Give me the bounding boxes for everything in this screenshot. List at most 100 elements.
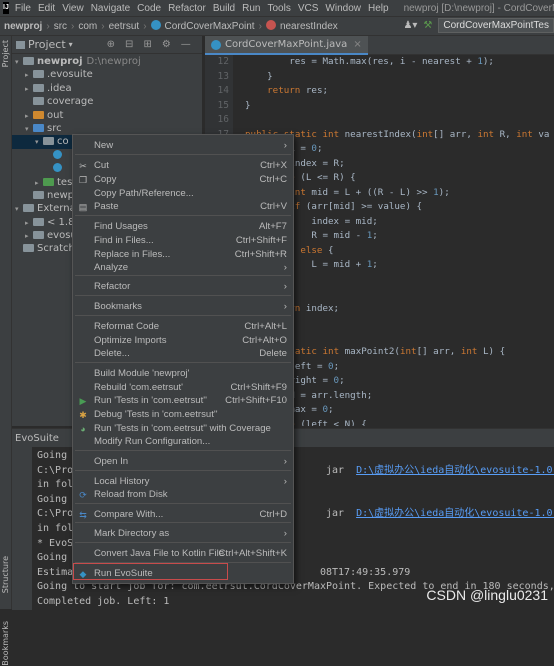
code-line[interactable]: }: [245, 99, 554, 114]
menu-item-help[interactable]: Help: [368, 3, 389, 14]
tree-node[interactable]: ▸ .evosuite: [12, 68, 202, 81]
expand-icon[interactable]: ⊞: [143, 39, 151, 50]
menu-item-optimize-imports[interactable]: Optimize Imports Ctrl+Alt+O: [73, 334, 293, 348]
expand-arrow-icon[interactable]: ▸: [25, 69, 33, 82]
breadcrumb-item[interactable]: nearestIndex: [280, 21, 338, 32]
menu-item-label: Reformat Code: [94, 321, 160, 332]
menu-item-mark-directory-as[interactable]: Mark Directory as ›: [73, 527, 293, 541]
gear-icon[interactable]: ⚙: [162, 39, 171, 50]
java-class-icon: [211, 39, 221, 50]
menu-item-navigate[interactable]: Navigate: [91, 3, 130, 14]
menu-item-paste[interactable]: ▤ Paste Ctrl+V: [73, 200, 293, 214]
menu-item-label: Mark Directory as: [94, 528, 170, 539]
locate-icon[interactable]: ⊕: [107, 39, 115, 50]
collapse-icon[interactable]: ⊟: [125, 39, 133, 50]
menu-item-run-tests-in-com-eetrsut[interactable]: ▶ Run 'Tests in 'com.eetrsut'' Ctrl+Shift+…: [73, 394, 293, 408]
user-icon[interactable]: ♟▾: [403, 20, 417, 31]
menu-item-replace-in-files[interactable]: Replace in Files... Ctrl+Shift+R: [73, 248, 293, 262]
menu-item-bookmarks[interactable]: Bookmarks ›: [73, 300, 293, 314]
menu-item-view[interactable]: View: [62, 3, 84, 14]
menu-item-refactor[interactable]: Refactor: [168, 3, 206, 14]
code-line[interactable]: res = Math.max(res, i - nearest + 1);: [245, 55, 554, 70]
menu-item-shortcut: Ctrl+C: [259, 174, 287, 185]
menu-item-edit[interactable]: Edit: [38, 3, 55, 14]
expand-arrow-icon[interactable]: ▾: [35, 136, 43, 149]
menu-item-local-history[interactable]: Local History ›: [73, 475, 293, 489]
menu-item-tools[interactable]: Tools: [267, 3, 290, 14]
menu-item-reformat-code[interactable]: Reformat Code Ctrl+Alt+L: [73, 320, 293, 334]
minimize-icon[interactable]: —: [181, 39, 191, 50]
jar-path-link[interactable]: D:\虚拟办公\ieda自动化\evosuite-1.0.6.jar: [356, 465, 554, 476]
menu-item-find-usages[interactable]: Find Usages Alt+F7: [73, 220, 293, 234]
menu-item-vcs[interactable]: VCS: [298, 3, 319, 14]
structure-tool-tab[interactable]: Structure: [1, 556, 10, 593]
expand-arrow-icon[interactable]: ▾: [15, 56, 23, 69]
menu-separator: [75, 215, 291, 216]
jar-path-link[interactable]: D:\虚拟办公\ieda自动化\evosuite-1.0.6.jar: [356, 508, 554, 519]
line-number: 12: [217, 56, 229, 67]
menu-item-file[interactable]: File: [15, 3, 31, 14]
code-line[interactable]: [245, 113, 554, 128]
expand-arrow-icon[interactable]: ▸: [35, 177, 43, 190]
menu-item-analyze[interactable]: Analyze ›: [73, 261, 293, 275]
menu-item-build-module-newproj[interactable]: Build Module 'newproj': [73, 367, 293, 381]
expand-arrow-icon[interactable]: ▸: [25, 83, 33, 96]
code-line[interactable]: }: [245, 70, 554, 85]
tool-window-gutter: [12, 447, 32, 610]
expand-arrow-icon[interactable]: ▸: [25, 230, 33, 243]
library-icon: [33, 217, 44, 226]
close-icon[interactable]: ×: [353, 39, 361, 50]
breadcrumb-item[interactable]: eetrsut: [109, 21, 140, 32]
tree-node-label: newproj: [37, 56, 83, 67]
run-config-selector[interactable]: CordCoverMaxPointTes: [438, 18, 554, 33]
menu-item-label: Modify Run Configuration...: [94, 436, 211, 447]
project-tool-tab[interactable]: Project: [1, 40, 10, 67]
breadcrumb-item[interactable]: src: [54, 21, 67, 32]
dropdown-icon[interactable]: ▾: [69, 40, 73, 49]
expand-arrow-icon[interactable]: ▸: [25, 110, 33, 123]
menu-item-find-in-files[interactable]: Find in Files... Ctrl+Shift+F: [73, 234, 293, 248]
bookmarks-tool-tab[interactable]: Bookmarks: [1, 621, 10, 666]
menu-item-modify-run-configuration[interactable]: Modify Run Configuration...: [73, 435, 293, 449]
menu-item-convert-java-file-to-kotlin-file[interactable]: Convert Java File to Kotlin File Ctrl+Alt…: [73, 547, 293, 561]
expand-arrow-icon[interactable]: ▾: [25, 123, 33, 136]
submenu-arrow-icon: ›: [283, 528, 287, 539]
menu-item-run-evosuite[interactable]: ◆ Run EvoSuite: [73, 567, 293, 581]
expand-arrow-icon[interactable]: ▾: [15, 203, 23, 216]
tree-node-label: co: [57, 136, 69, 148]
menu-item-shortcut: Ctrl+Alt+L: [244, 321, 287, 332]
menu-item-copy-path-reference[interactable]: Copy Path/Reference...: [73, 187, 293, 201]
folder-icon: [33, 83, 44, 92]
breadcrumb-item[interactable]: com: [78, 21, 97, 32]
menu-item-window[interactable]: Window: [325, 3, 361, 14]
menu-item-reload-from-disk[interactable]: ⟳ Reload from Disk: [73, 488, 293, 502]
menu-item-build[interactable]: Build: [213, 3, 235, 14]
menu-item-copy[interactable]: ❐ Copy Ctrl+C: [73, 173, 293, 187]
tree-node[interactable]: ▸ out: [12, 109, 202, 122]
menu-item-open-in[interactable]: Open In ›: [73, 455, 293, 469]
tree-node[interactable]: ▸ .idea: [12, 82, 202, 95]
menu-item-new[interactable]: New ›: [73, 139, 293, 153]
breadcrumb-item[interactable]: newproj: [4, 21, 42, 32]
tree-node-label: tes: [57, 176, 73, 188]
submenu-arrow-icon: ›: [283, 281, 287, 292]
code-line[interactable]: return res;: [245, 84, 554, 99]
menu-item-debug-tests-in-com-eetrsut[interactable]: ✱ Debug 'Tests in 'com.eetrsut'': [73, 408, 293, 422]
menu-item-refactor[interactable]: Refactor ›: [73, 280, 293, 294]
tree-node[interactable]: ▾ newproj D:\newproj: [12, 55, 202, 68]
menu-item-compare-with[interactable]: ⇆ Compare With... Ctrl+D: [73, 508, 293, 522]
hammer-icon[interactable]: ⚒: [423, 20, 432, 31]
menu-item-code[interactable]: Code: [137, 3, 161, 14]
tool-window-title[interactable]: EvoSuite: [15, 433, 59, 444]
breadcrumb-item[interactable]: CordCoverMaxPoint: [165, 21, 255, 32]
chevron-right-icon: ›: [143, 21, 147, 32]
editor-tab[interactable]: CordCoverMaxPoint.java ×: [205, 36, 368, 55]
menu-item-delete[interactable]: Delete... Delete: [73, 347, 293, 361]
menu-item-run-tests-in-com-eetrsut-with-coverage[interactable]: ◕ Run 'Tests in 'com.eetrsut'' with Cover…: [73, 422, 293, 436]
menu-item-rebuild-com-eetrsut[interactable]: Rebuild 'com.eetrsut' Ctrl+Shift+F9: [73, 381, 293, 395]
menu-item-run[interactable]: Run: [242, 3, 260, 14]
tree-node[interactable]: coverage: [12, 95, 202, 108]
expand-arrow-icon[interactable]: ▸: [25, 217, 33, 230]
project-panel-title[interactable]: Project: [28, 38, 66, 51]
menu-item-cut[interactable]: ✂ Cut Ctrl+X: [73, 159, 293, 173]
